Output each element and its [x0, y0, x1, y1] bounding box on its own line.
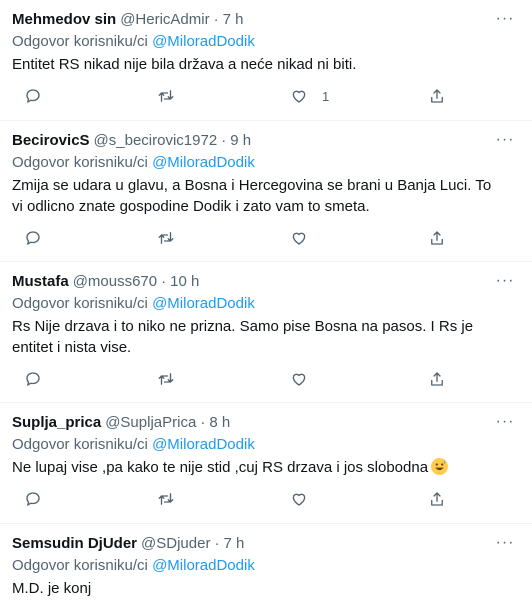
tweet-actions: 1 [12, 75, 520, 115]
reply-button[interactable] [24, 370, 42, 388]
more-options-icon[interactable]: ··· [494, 8, 516, 30]
timestamp[interactable]: 8 h [209, 413, 230, 433]
tweet[interactable]: Semsudin DjUder @SDjuder · 7 h ··· Odgov… [0, 524, 532, 600]
author-name[interactable]: Mustafa [12, 272, 69, 292]
retweet-icon [158, 90, 174, 102]
tweet[interactable]: BecirovicS @s_becirovic1972 · 9 h ··· Od… [0, 121, 532, 262]
like-count: 1 [322, 88, 330, 104]
author-name[interactable]: Suplja_prica [12, 413, 101, 433]
tweet-header: Suplja_prica @SupljaPrica · 8 h [12, 413, 520, 433]
tweet-text: Ne lupaj vise ,pa kako te nije stid ,cuj… [12, 459, 429, 476]
retweet-button[interactable] [157, 87, 175, 105]
tweet-actions [12, 217, 520, 257]
reply-prefix: Odgovor korisniku/ci [12, 295, 148, 312]
share-icon [431, 89, 443, 103]
share-button[interactable] [428, 87, 446, 105]
reply-button[interactable] [24, 229, 42, 247]
grinning-sweat-emoji-icon [431, 458, 449, 475]
timestamp[interactable]: 7 h [223, 534, 244, 554]
mention-link[interactable]: @MiloradDodik [152, 154, 255, 171]
like-button[interactable] [290, 370, 322, 388]
reply-icon [26, 492, 40, 506]
more-options-icon[interactable]: ··· [494, 532, 516, 554]
reply-prefix: Odgovor korisniku/ci [12, 154, 148, 171]
heart-icon [292, 232, 306, 245]
replying-to: Odgovor korisniku/ci @MiloradDodik [12, 153, 520, 173]
tweet-text: Zmija se udara u glavu, a Bosna i Herceg… [12, 177, 492, 215]
share-button[interactable] [428, 370, 446, 388]
replying-to: Odgovor korisniku/ci @MiloradDodik [12, 294, 520, 314]
more-options-icon[interactable]: ··· [494, 411, 516, 433]
reply-icon [26, 372, 40, 386]
retweet-icon [158, 232, 174, 244]
like-button[interactable] [290, 490, 322, 508]
replying-to: Odgovor korisniku/ci @MiloradDodik [12, 435, 520, 455]
reply-icon [26, 89, 40, 103]
separator-dot: · [161, 273, 167, 290]
reply-prefix: Odgovor korisniku/ci [12, 33, 148, 50]
more-options-icon[interactable]: ··· [494, 129, 516, 151]
author-handle[interactable]: @SupljaPrica [105, 413, 196, 433]
retweet-button[interactable] [157, 370, 175, 388]
mention-link[interactable]: @MiloradDodik [152, 33, 255, 50]
timestamp[interactable]: 9 h [230, 131, 251, 151]
retweet-button[interactable] [157, 490, 175, 508]
reply-button[interactable] [24, 87, 42, 105]
separator-dot: · [200, 414, 206, 431]
reply-prefix: Odgovor korisniku/ci [12, 436, 148, 453]
tweet[interactable]: Mehmedov sin @HericAdmir · 7 h ··· Odgov… [0, 0, 532, 121]
reply-prefix: Odgovor korisniku/ci [12, 557, 148, 574]
replying-to: Odgovor korisniku/ci @MiloradDodik [12, 32, 520, 52]
tweet-actions [12, 358, 520, 398]
tweet-text-container: Ne lupaj vise ,pa kako te nije stid ,cuj… [12, 457, 520, 478]
more-options-icon[interactable]: ··· [494, 270, 516, 292]
timestamp[interactable]: 10 h [170, 272, 199, 292]
separator-dot: · [214, 535, 220, 552]
mention-link[interactable]: @MiloradDodik [152, 295, 255, 312]
author-handle[interactable]: @mouss670 [73, 272, 157, 292]
share-icon [431, 372, 443, 386]
author-handle[interactable]: @HericAdmir [120, 10, 209, 30]
author-handle[interactable]: @SDjuder [141, 534, 210, 554]
reply-feed: Mehmedov sin @HericAdmir · 7 h ··· Odgov… [0, 0, 532, 600]
author-name[interactable]: Semsudin DjUder [12, 534, 137, 554]
share-icon [431, 231, 443, 245]
reply-icon [26, 231, 40, 245]
retweet-icon [158, 493, 174, 505]
tweet-header: Mehmedov sin @HericAdmir · 7 h [12, 10, 520, 30]
tweet-text: Rs Nije drzava i to niko ne prizna. Samo… [12, 318, 474, 356]
tweet-header: BecirovicS @s_becirovic1972 · 9 h [12, 131, 520, 151]
separator-dot: · [221, 132, 227, 149]
tweet-text: Entitet RS nikad nije bila država a neće… [12, 56, 357, 73]
mention-link[interactable]: @MiloradDodik [152, 436, 255, 453]
share-button[interactable] [428, 229, 446, 247]
timestamp[interactable]: 7 h [223, 10, 244, 30]
tweet-actions [12, 478, 520, 518]
mention-link[interactable]: @MiloradDodik [152, 557, 255, 574]
retweet-button[interactable] [157, 229, 175, 247]
like-button[interactable] [290, 229, 322, 247]
reply-button[interactable] [24, 490, 42, 508]
heart-icon [292, 90, 306, 103]
heart-icon [292, 493, 306, 506]
tweet-text: M.D. je konj [12, 580, 92, 597]
like-button[interactable]: 1 [290, 87, 329, 105]
retweet-icon [158, 373, 174, 385]
author-name[interactable]: Mehmedov sin [12, 10, 116, 30]
author-name[interactable]: BecirovicS [12, 131, 90, 151]
author-handle[interactable]: @s_becirovic1972 [94, 131, 218, 151]
tweet-header: Semsudin DjUder @SDjuder · 7 h [12, 534, 520, 554]
share-button[interactable] [428, 490, 446, 508]
heart-icon [292, 373, 306, 386]
tweet[interactable]: Mustafa @mouss670 · 10 h ··· Odgovor kor… [0, 262, 532, 403]
tweet[interactable]: Suplja_prica @SupljaPrica · 8 h ··· Odgo… [0, 403, 532, 524]
tweet-header: Mustafa @mouss670 · 10 h [12, 272, 520, 292]
replying-to: Odgovor korisniku/ci @MiloradDodik [12, 556, 520, 576]
share-icon [431, 492, 443, 506]
separator-dot: · [213, 11, 219, 28]
